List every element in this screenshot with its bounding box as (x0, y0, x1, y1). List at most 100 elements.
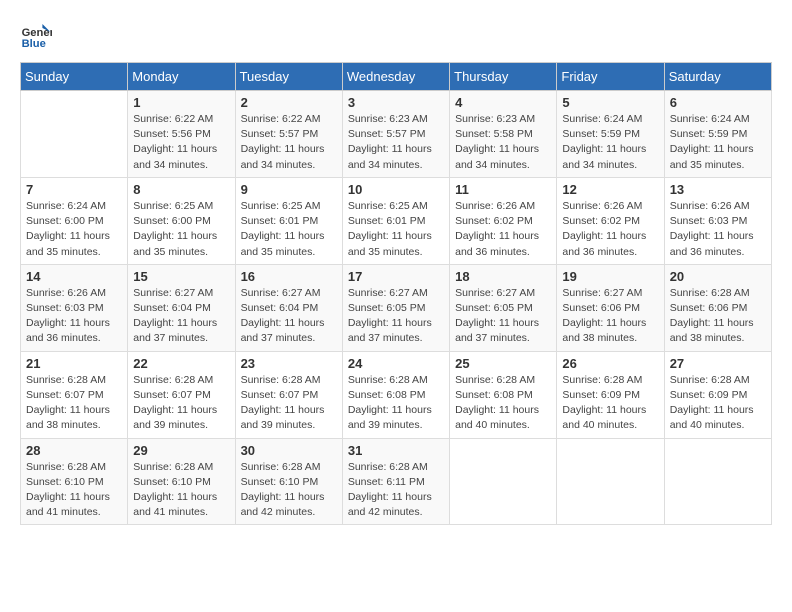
calendar-cell: 17 Sunrise: 6:27 AM Sunset: 6:05 PM Dayli… (342, 264, 449, 351)
day-info: Sunrise: 6:28 AM Sunset: 6:09 PM Dayligh… (562, 373, 658, 434)
calendar-cell: 5 Sunrise: 6:24 AM Sunset: 5:59 PM Daylig… (557, 91, 664, 178)
day-info: Sunrise: 6:22 AM Sunset: 5:57 PM Dayligh… (241, 112, 337, 173)
day-info: Sunrise: 6:26 AM Sunset: 6:03 PM Dayligh… (670, 199, 766, 260)
day-number: 8 (133, 182, 229, 197)
day-number: 30 (241, 443, 337, 458)
day-info: Sunrise: 6:24 AM Sunset: 5:59 PM Dayligh… (562, 112, 658, 173)
day-info: Sunrise: 6:27 AM Sunset: 6:04 PM Dayligh… (241, 286, 337, 347)
calendar-cell: 29 Sunrise: 6:28 AM Sunset: 6:10 PM Dayli… (128, 438, 235, 525)
calendar-cell: 20 Sunrise: 6:28 AM Sunset: 6:06 PM Dayli… (664, 264, 771, 351)
day-header-thursday: Thursday (450, 63, 557, 91)
calendar-cell: 8Sunrise: 6:25 AM Sunset: 6:00 PM Daylig… (128, 177, 235, 264)
calendar-cell: 13Sunrise: 6:26 AM Sunset: 6:03 PM Dayli… (664, 177, 771, 264)
day-number: 16 (241, 269, 337, 284)
day-number: 4 (455, 95, 551, 110)
calendar-cell: 9 Sunrise: 6:25 AM Sunset: 6:01 PM Daylig… (235, 177, 342, 264)
day-number: 1 (133, 95, 229, 110)
day-number: 22 (133, 356, 229, 371)
calendar-cell: 23 Sunrise: 6:28 AM Sunset: 6:07 PM Dayli… (235, 351, 342, 438)
day-number: 29 (133, 443, 229, 458)
day-number: 31 (348, 443, 444, 458)
calendar-cell: 7 Sunrise: 6:24 AM Sunset: 6:00 PM Daylig… (21, 177, 128, 264)
day-info: Sunrise: 6:28 AM Sunset: 6:10 PM Dayligh… (133, 460, 229, 521)
day-number: 14 (26, 269, 122, 284)
calendar-cell: 18 Sunrise: 6:27 AM Sunset: 6:05 PM Dayli… (450, 264, 557, 351)
calendar-cell: 19 Sunrise: 6:27 AM Sunset: 6:06 PM Dayli… (557, 264, 664, 351)
day-header-sunday: Sunday (21, 63, 128, 91)
calendar-cell: 25 Sunrise: 6:28 AM Sunset: 6:08 PM Dayli… (450, 351, 557, 438)
day-number: 28 (26, 443, 122, 458)
calendar-cell: 31 Sunrise: 6:28 AM Sunset: 6:11 PM Dayli… (342, 438, 449, 525)
svg-text:General: General (22, 27, 52, 39)
day-number: 15 (133, 269, 229, 284)
day-info: Sunrise: 6:28 AM Sunset: 6:11 PM Dayligh… (348, 460, 444, 521)
day-number: 23 (241, 356, 337, 371)
day-info: Sunrise: 6:24 AM Sunset: 5:59 PM Dayligh… (670, 112, 766, 173)
calendar-cell: 16 Sunrise: 6:27 AM Sunset: 6:04 PM Dayli… (235, 264, 342, 351)
day-number: 26 (562, 356, 658, 371)
day-info: Sunrise: 6:27 AM Sunset: 6:04 PM Dayligh… (133, 286, 229, 347)
day-info: Sunrise: 6:27 AM Sunset: 6:05 PM Dayligh… (348, 286, 444, 347)
day-number: 9 (241, 182, 337, 197)
calendar-cell: 24 Sunrise: 6:28 AM Sunset: 6:08 PM Dayli… (342, 351, 449, 438)
day-number: 12 (562, 182, 658, 197)
calendar-cell: 10 Sunrise: 6:25 AM Sunset: 6:01 PM Dayli… (342, 177, 449, 264)
day-header-friday: Friday (557, 63, 664, 91)
calendar-cell: 26 Sunrise: 6:28 AM Sunset: 6:09 PM Dayli… (557, 351, 664, 438)
logo: General Blue (20, 20, 52, 52)
calendar-cell: 22 Sunrise: 6:28 AM Sunset: 6:07 PM Dayli… (128, 351, 235, 438)
day-info: Sunrise: 6:22 AM Sunset: 5:56 PM Dayligh… (133, 112, 229, 173)
day-number: 18 (455, 269, 551, 284)
calendar-cell: 12 Sunrise: 6:26 AM Sunset: 6:02 PM Dayli… (557, 177, 664, 264)
day-number: 5 (562, 95, 658, 110)
calendar-cell: 11 Sunrise: 6:26 AM Sunset: 6:02 PM Dayli… (450, 177, 557, 264)
day-info: Sunrise: 6:27 AM Sunset: 6:06 PM Dayligh… (562, 286, 658, 347)
day-info: Sunrise: 6:25 AM Sunset: 6:01 PM Dayligh… (348, 199, 444, 260)
day-header-tuesday: Tuesday (235, 63, 342, 91)
day-number: 10 (348, 182, 444, 197)
day-number: 20 (670, 269, 766, 284)
logo-icon: General Blue (20, 20, 52, 52)
day-info: Sunrise: 6:28 AM Sunset: 6:07 PM Dayligh… (133, 373, 229, 434)
calendar-cell: 3 Sunrise: 6:23 AM Sunset: 5:57 PM Daylig… (342, 91, 449, 178)
calendar-table: SundayMondayTuesdayWednesdayThursdayFrid… (20, 62, 772, 525)
day-number: 19 (562, 269, 658, 284)
calendar-cell: 21Sunrise: 6:28 AM Sunset: 6:07 PM Dayli… (21, 351, 128, 438)
day-info: Sunrise: 6:27 AM Sunset: 6:05 PM Dayligh… (455, 286, 551, 347)
calendar-cell: 4Sunrise: 6:23 AM Sunset: 5:58 PM Daylig… (450, 91, 557, 178)
day-info: Sunrise: 6:28 AM Sunset: 6:06 PM Dayligh… (670, 286, 766, 347)
calendar-cell (21, 91, 128, 178)
day-info: Sunrise: 6:28 AM Sunset: 6:08 PM Dayligh… (455, 373, 551, 434)
day-number: 24 (348, 356, 444, 371)
day-info: Sunrise: 6:28 AM Sunset: 6:10 PM Dayligh… (26, 460, 122, 521)
calendar-cell (557, 438, 664, 525)
day-header-monday: Monday (128, 63, 235, 91)
day-info: Sunrise: 6:24 AM Sunset: 6:00 PM Dayligh… (26, 199, 122, 260)
day-number: 27 (670, 356, 766, 371)
day-info: Sunrise: 6:26 AM Sunset: 6:02 PM Dayligh… (562, 199, 658, 260)
day-info: Sunrise: 6:28 AM Sunset: 6:09 PM Dayligh… (670, 373, 766, 434)
day-info: Sunrise: 6:23 AM Sunset: 5:57 PM Dayligh… (348, 112, 444, 173)
calendar-cell: 6Sunrise: 6:24 AM Sunset: 5:59 PM Daylig… (664, 91, 771, 178)
calendar-cell: 15 Sunrise: 6:27 AM Sunset: 6:04 PM Dayli… (128, 264, 235, 351)
day-number: 7 (26, 182, 122, 197)
calendar-cell (664, 438, 771, 525)
calendar-cell: 2 Sunrise: 6:22 AM Sunset: 5:57 PM Daylig… (235, 91, 342, 178)
calendar-cell: 14Sunrise: 6:26 AM Sunset: 6:03 PM Dayli… (21, 264, 128, 351)
calendar-cell: 1 Sunrise: 6:22 AM Sunset: 5:56 PM Daylig… (128, 91, 235, 178)
calendar-cell (450, 438, 557, 525)
day-number: 2 (241, 95, 337, 110)
page-header: General Blue (20, 20, 772, 52)
day-header-saturday: Saturday (664, 63, 771, 91)
day-info: Sunrise: 6:26 AM Sunset: 6:02 PM Dayligh… (455, 199, 551, 260)
day-info: Sunrise: 6:28 AM Sunset: 6:08 PM Dayligh… (348, 373, 444, 434)
day-info: Sunrise: 6:28 AM Sunset: 6:07 PM Dayligh… (241, 373, 337, 434)
calendar-cell: 30 Sunrise: 6:28 AM Sunset: 6:10 PM Dayli… (235, 438, 342, 525)
day-number: 25 (455, 356, 551, 371)
day-number: 11 (455, 182, 551, 197)
day-info: Sunrise: 6:25 AM Sunset: 6:01 PM Dayligh… (241, 199, 337, 260)
day-number: 17 (348, 269, 444, 284)
day-info: Sunrise: 6:28 AM Sunset: 6:10 PM Dayligh… (241, 460, 337, 521)
calendar-cell: 27 Sunrise: 6:28 AM Sunset: 6:09 PM Dayli… (664, 351, 771, 438)
day-number: 3 (348, 95, 444, 110)
